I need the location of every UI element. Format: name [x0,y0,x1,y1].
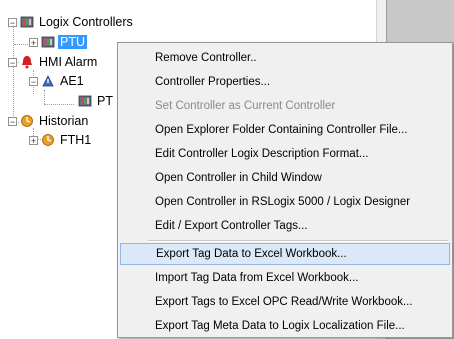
tree-connector [44,104,74,105]
collapse-icon[interactable]: − [29,76,38,86]
tree-node-logix-controllers[interactable]: − Logix Controllers [8,13,135,31]
tree-node-fth1[interactable]: + FTH1 [29,131,93,149]
expand-icon[interactable]: + [29,37,38,47]
tree-node-historian[interactable]: − Historian [8,112,90,130]
menu-item-export-localization-file[interactable]: Export Tag Meta Data to Logix Localizati… [120,315,450,337]
tree-node-label: Logix Controllers [39,15,133,29]
tree-connector [13,24,14,124]
tree-node-pt[interactable]: PT [78,92,115,110]
menu-item-remove-controller[interactable]: Remove Controller.. [120,47,450,69]
collapse-icon[interactable]: − [8,57,17,67]
controller-icon [78,95,92,107]
menu-item-export-opc-workbook[interactable]: Export Tags to Excel OPC Read/Write Work… [120,291,450,313]
context-menu: Remove Controller.. Controller Propertie… [117,42,453,338]
tree-node-ptu[interactable]: + PTU [29,33,87,51]
menu-item-export-tag-data-excel[interactable]: Export Tag Data to Excel Workbook... [120,243,450,265]
historian-server-icon [42,134,54,146]
tree-node-label: HMI Alarm [39,55,98,69]
collapse-icon[interactable]: − [8,17,17,27]
menu-item-set-current-controller: Set Controller as Current Controller [155,100,336,112]
menu-separator [148,240,448,242]
controller-icon [41,36,55,48]
tree-node-label: AE1 [60,74,84,88]
tree-node-label: Historian [39,114,89,128]
tree-connector [14,44,28,45]
controller-rack-icon [20,16,34,28]
alarm-server-icon [42,75,54,87]
expand-icon[interactable]: + [29,135,38,145]
collapse-icon[interactable]: − [8,116,17,126]
historian-icon [21,115,33,127]
tree-node-hmi-alarm[interactable]: − HMI Alarm [8,53,99,71]
tree-node-ae1[interactable]: − AE1 [29,72,86,90]
menu-item-open-child-window[interactable]: Open Controller in Child Window [120,167,450,189]
menu-item-edit-export-tags[interactable]: Edit / Export Controller Tags... [120,215,450,237]
tree-connector [44,90,45,104]
alarm-bell-icon [22,56,32,69]
tree-node-label: FTH1 [60,133,92,147]
tree-node-label: PTU [58,35,87,49]
menu-item-open-explorer-folder[interactable]: Open Explorer Folder Containing Controll… [120,119,450,141]
menu-item-edit-description-format[interactable]: Edit Controller Logix Description Format… [120,143,450,165]
menu-item-controller-properties[interactable]: Controller Properties... [120,71,450,93]
tree-node-label: PT [97,94,113,108]
menu-item-open-in-rslogix[interactable]: Open Controller in RSLogix 5000 / Logix … [120,191,450,213]
menu-item-import-tag-data-excel[interactable]: Import Tag Data from Excel Workbook... [120,267,450,289]
